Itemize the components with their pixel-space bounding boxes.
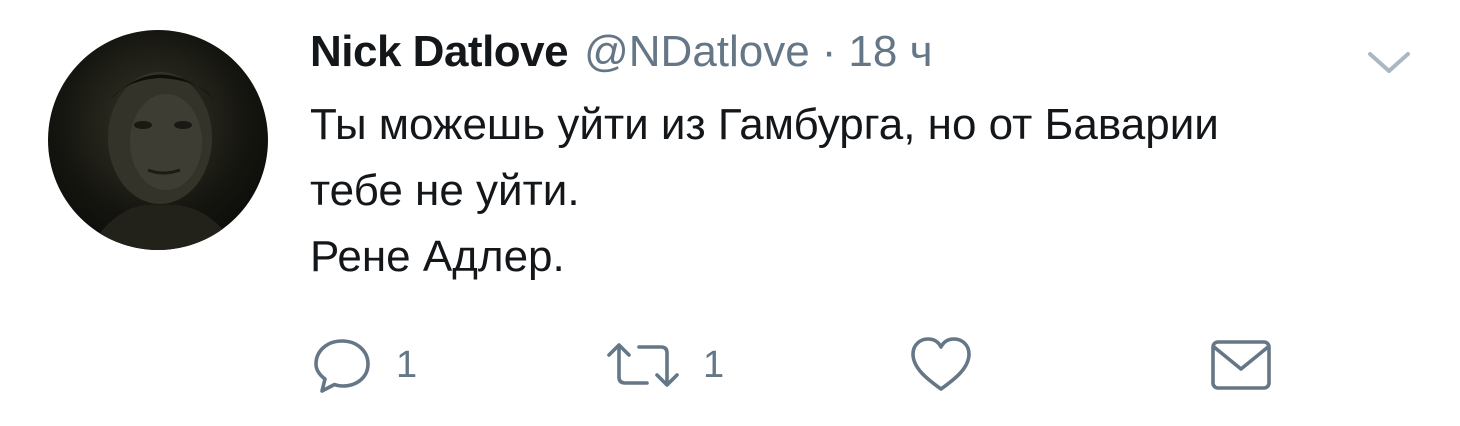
tweet-menu-button[interactable] bbox=[1364, 44, 1414, 80]
tweet-text-line: тебе не уйти. bbox=[310, 166, 580, 215]
tweet-header: Nick Datlove @NDatlove · 18 ч bbox=[310, 22, 933, 82]
tweet-text: Ты можешь уйти из Гамбурга, но от Бавари… bbox=[310, 92, 1410, 290]
direct-message-button[interactable] bbox=[1208, 330, 1274, 400]
avatar-photo bbox=[88, 72, 238, 250]
tweet-text-line: Ты можешь уйти из Гамбурга, но от Бавари… bbox=[310, 100, 1219, 149]
reply-button[interactable]: 1 bbox=[310, 330, 417, 400]
tweet-text-line: Рене Адлер. bbox=[310, 232, 565, 281]
reply-icon bbox=[314, 339, 370, 393]
tweet: Nick Datlove @NDatlove · 18 ч Ты можешь … bbox=[0, 0, 1460, 426]
heart-icon bbox=[911, 337, 971, 391]
retweet-icon bbox=[607, 343, 679, 387]
tweet-actions: 1 1 bbox=[310, 330, 1310, 400]
avatar[interactable] bbox=[48, 30, 268, 250]
separator-dot: · bbox=[821, 27, 837, 76]
chevron-down-icon bbox=[1368, 52, 1410, 73]
author-name[interactable]: Nick Datlove bbox=[310, 22, 569, 82]
author-handle[interactable]: @NDatlove bbox=[584, 22, 810, 82]
reply-count: 1 bbox=[396, 344, 418, 386]
envelope-icon bbox=[1211, 340, 1271, 390]
like-button[interactable] bbox=[908, 330, 974, 400]
tweet-timestamp[interactable]: 18 ч bbox=[848, 22, 932, 82]
retweet-count: 1 bbox=[703, 344, 725, 386]
retweet-button[interactable]: 1 bbox=[605, 330, 724, 400]
